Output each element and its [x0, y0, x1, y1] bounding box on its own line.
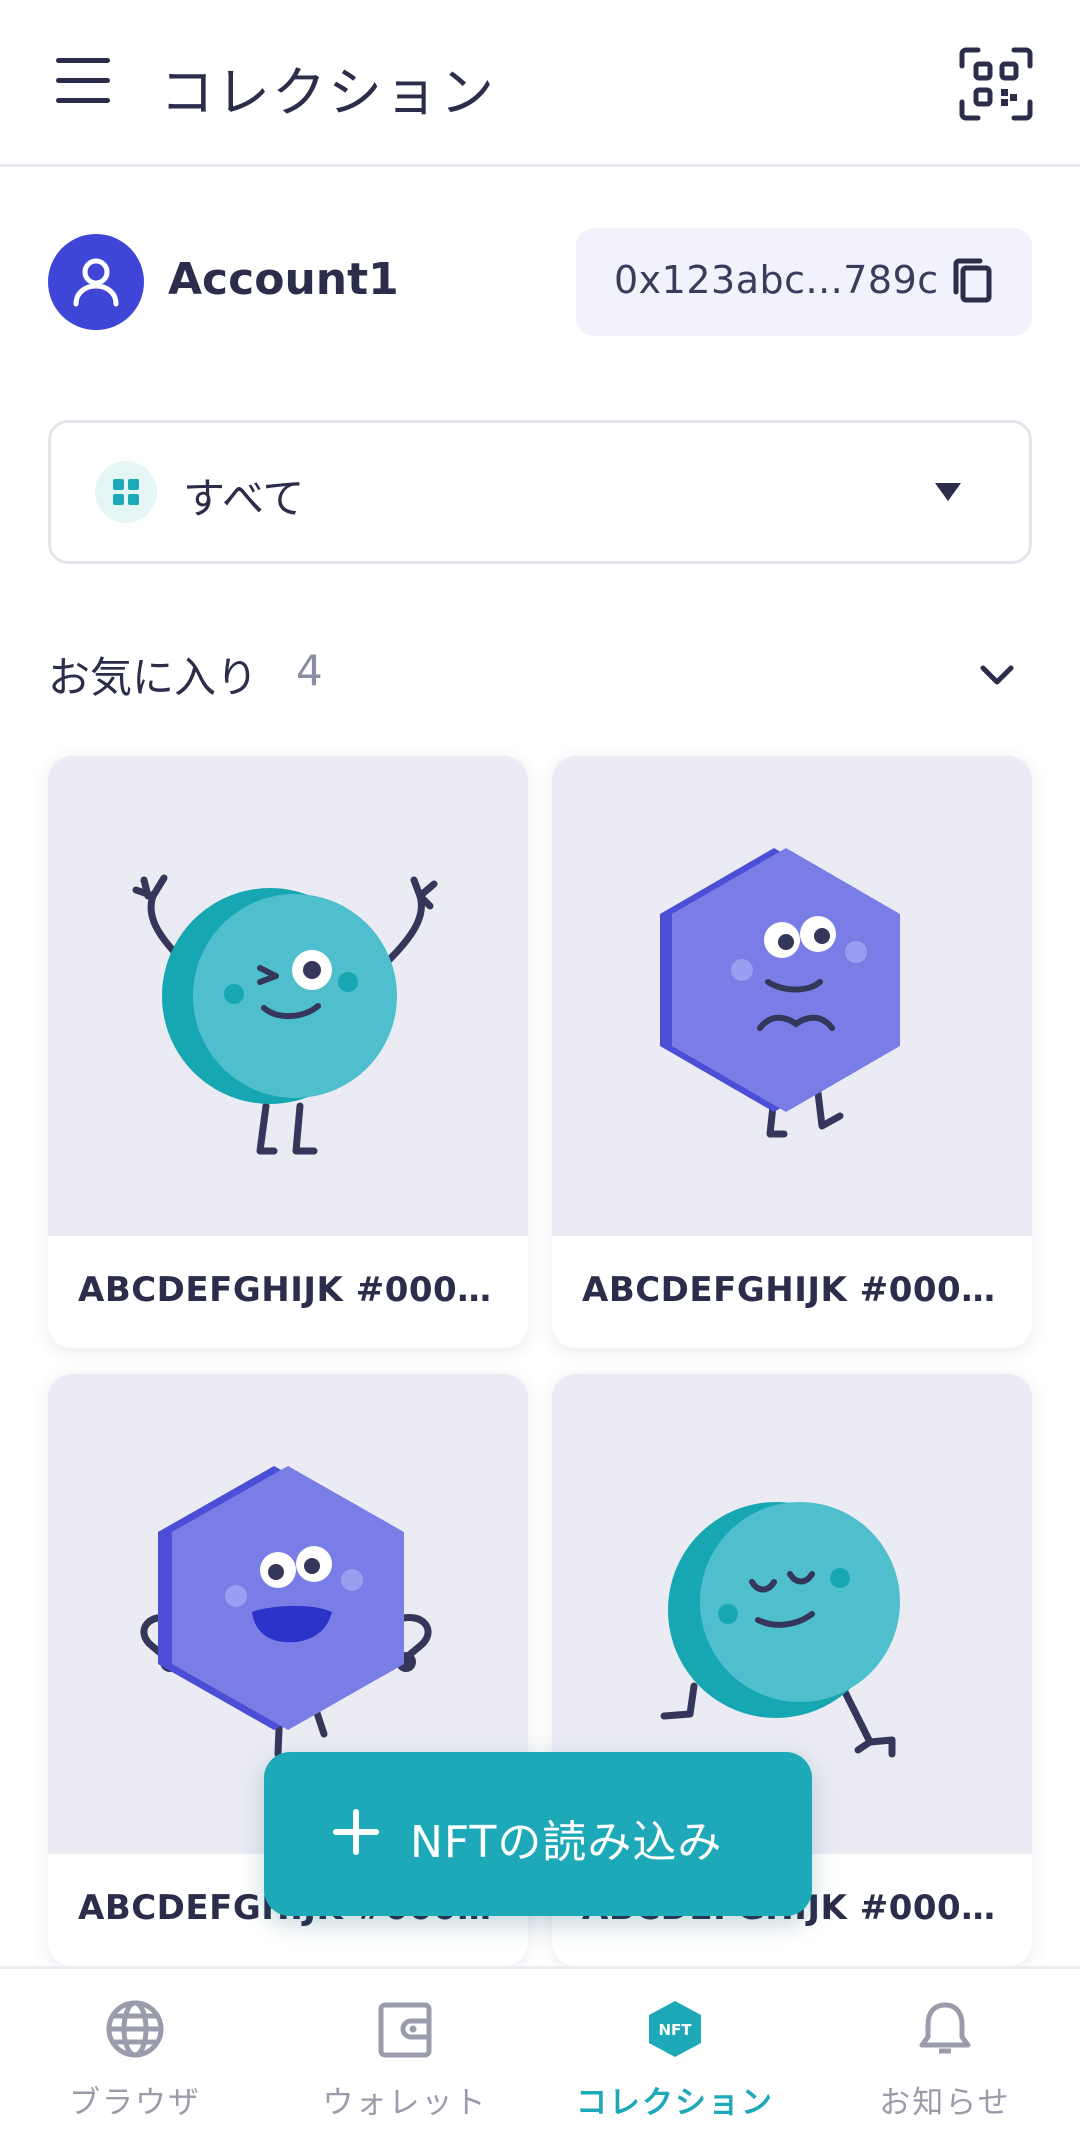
qr-scan-icon[interactable]	[956, 44, 1036, 124]
plus-icon	[326, 1802, 386, 1862]
nft-card[interactable]: ABCDEFGHIJK #0002...	[552, 756, 1032, 1348]
nav-label: ブラウザ	[69, 2085, 201, 2121]
nav-item-browser[interactable]: ブラウザ	[0, 1969, 270, 2136]
favorites-section-header[interactable]: お気に入り 4	[48, 644, 1032, 704]
nft-icon: NFT	[645, 1999, 705, 2059]
bell-icon	[915, 1999, 975, 2059]
nav-item-notifications[interactable]: お知らせ	[810, 1969, 1080, 2136]
nft-image	[552, 756, 1032, 1236]
nft-card[interactable]: ABCDEFGHIJK #0001...	[48, 756, 528, 1348]
collection-filter-select[interactable]: すべて	[48, 420, 1032, 564]
account-address: 0x123abc...789c	[614, 258, 939, 302]
globe-icon	[105, 1999, 165, 2059]
nav-item-wallet[interactable]: ウォレット	[270, 1969, 540, 2136]
avatar[interactable]	[48, 234, 144, 330]
import-nft-label: NFTの読み込み	[410, 1817, 723, 1868]
section-title: お気に入り	[48, 653, 259, 702]
nav-item-collection[interactable]: NFT コレクション	[540, 1969, 810, 2136]
chevron-down-icon[interactable]	[972, 650, 1022, 700]
account-address-button[interactable]: 0x123abc...789c	[576, 228, 1032, 336]
filter-selected-value: すべて	[183, 474, 305, 523]
section-count: 4	[296, 646, 323, 695]
user-icon	[73, 258, 119, 307]
app-bar: コレクション	[0, 0, 1080, 167]
nav-label: お知らせ	[879, 2085, 1011, 2121]
caret-down-icon	[935, 483, 961, 501]
grid-icon	[95, 461, 157, 523]
copy-icon[interactable]	[946, 254, 1002, 310]
hamburger-menu-icon[interactable]	[48, 54, 120, 114]
nft-title: ABCDEFGHIJK #0001...	[78, 1270, 508, 1310]
nft-title: ABCDEFGHIJK #0002...	[582, 1270, 1012, 1310]
nav-label: コレクション	[576, 2085, 774, 2121]
wallet-icon	[375, 1999, 435, 2059]
nft-image	[48, 756, 528, 1236]
nav-label: ウォレット	[322, 2085, 488, 2121]
page-title: コレクション	[160, 61, 496, 124]
bottom-navigation: ブラウザ ウォレット NFT コレクション お知らせ	[0, 1966, 1080, 2136]
import-nft-button[interactable]: NFTの読み込み	[264, 1752, 812, 1916]
account-name[interactable]: Account1	[168, 254, 399, 305]
nft-badge-text: NFT	[658, 2021, 692, 2039]
